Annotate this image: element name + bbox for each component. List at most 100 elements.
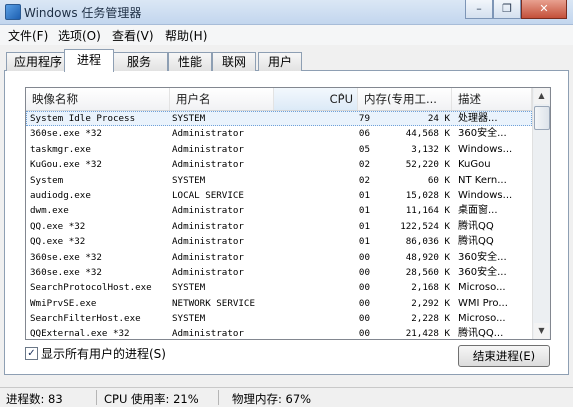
sort-ascending-icon: ^ <box>338 92 345 101</box>
process-name: WmiPrvSE.exe <box>30 297 97 309</box>
process-list[interactable]: 映像名称 用户名 ^ CPU 内存(专用工... 描述 System Idle … <box>25 87 551 340</box>
process-memory: 3,132 K <box>411 143 450 155</box>
process-name: 360se.exe *32 <box>30 251 102 263</box>
table-row[interactable]: 360se.exe *32 Administrator 00 28,560 K 360安… <box>26 265 532 280</box>
process-rows: System Idle Process SYSTEM 79 24 K 处理器... 360… <box>26 111 532 340</box>
physical-memory: 物理内存: 67% <box>232 392 312 406</box>
process-description: Microso... <box>458 313 506 325</box>
table-row[interactable]: QQ.exe *32 Administrator 01 122,524 K 腾讯QQ <box>26 219 532 234</box>
process-memory: 122,524 K <box>400 220 450 232</box>
process-description: NT Kern... <box>458 174 507 186</box>
window-title: Windows 任务管理器 <box>24 6 142 20</box>
process-name: SearchProtocolHost.exe <box>30 282 152 294</box>
table-row[interactable]: QQ.exe *32 Administrator 01 86,036 K 腾讯QQ <box>26 234 532 249</box>
process-description: WMI Pro... <box>458 297 508 309</box>
process-description: Windows... <box>458 189 513 201</box>
process-memory: 44,568 K <box>405 128 450 140</box>
process-name: audiodg.exe <box>30 189 91 201</box>
process-name: QQExternal.exe *32 <box>30 328 130 340</box>
process-memory: 2,168 K <box>411 282 450 294</box>
column-cpu[interactable]: ^ CPU <box>274 88 358 110</box>
process-name: QQ.exe *32 <box>30 220 86 232</box>
process-memory: 15,028 K <box>405 189 450 201</box>
show-all-users-label[interactable]: 显示所有用户的进程(S) <box>41 345 166 362</box>
table-row[interactable]: SearchProtocolHost.exe SYSTEM 00 2,168 K Mic… <box>26 280 532 295</box>
menu-help[interactable]: 帮助(H) <box>165 27 207 44</box>
process-name: System Idle Process <box>30 113 136 124</box>
process-memory: 86,036 K <box>405 236 450 248</box>
process-name: System <box>30 174 64 186</box>
process-description: KuGou <box>458 159 491 171</box>
tab-users[interactable]: 用户 <box>258 52 302 71</box>
process-name: SearchFilterHost.exe <box>30 313 141 325</box>
table-row[interactable]: WmiPrvSE.exe NETWORK SERVICE 00 2,292 K WMI … <box>26 296 532 311</box>
process-memory: 52,220 K <box>405 159 450 171</box>
column-image-name[interactable]: 映像名称 <box>26 88 170 110</box>
cpu-usage: CPU 使用率: 21% <box>104 392 199 406</box>
process-description: 360安全... <box>458 251 507 263</box>
table-row[interactable]: taskmgr.exe Administrator 05 3,132 K Windows… <box>26 142 532 157</box>
table-row[interactable]: 360se.exe *32 Administrator 06 44,568 K 360安… <box>26 126 532 141</box>
process-memory: 28,560 K <box>405 266 450 278</box>
status-bar: 进程数: 83 CPU 使用率: 21% 物理内存: 67% <box>0 387 573 407</box>
tab-networking[interactable]: 联网 <box>212 52 256 71</box>
table-row[interactable]: dwm.exe Administrator 01 11,164 K 桌面窗... <box>26 203 532 218</box>
process-description: Microso... <box>458 282 506 294</box>
process-memory: 21,428 K <box>405 328 450 340</box>
menu-file[interactable]: 文件(F) <box>8 27 48 44</box>
column-description[interactable]: 描述 <box>452 88 532 110</box>
title-bar: Windows 任务管理器 – ❐ ✕ <box>0 0 573 25</box>
column-memory[interactable]: 内存(专用工... <box>358 88 452 110</box>
process-memory: 2,228 K <box>411 313 450 325</box>
status-divider <box>218 390 219 405</box>
vertical-scrollbar[interactable]: ▲ ▼ <box>532 88 550 339</box>
tab-processes[interactable]: 进程 <box>64 49 114 72</box>
process-memory: 60 K <box>427 174 450 186</box>
process-description: Windows... <box>458 143 513 155</box>
table-row[interactable]: System SYSTEM 02 60 K NT Kern... <box>26 173 532 188</box>
menu-bar: 文件(F) 选项(O) 查看(V) 帮助(H) <box>0 25 573 45</box>
menu-options[interactable]: 选项(O) <box>58 27 101 44</box>
window-controls: – ❐ ✕ <box>465 0 567 20</box>
process-name: dwm.exe <box>30 205 69 217</box>
scroll-down-icon[interactable]: ▼ <box>534 323 549 339</box>
end-process-button[interactable]: 结束进程(E) <box>458 345 550 367</box>
process-description: 处理器... <box>458 113 498 124</box>
tab-performance[interactable]: 性能 <box>168 52 212 71</box>
table-row[interactable]: audiodg.exe LOCAL SERVICE 01 15,028 K Window… <box>26 188 532 203</box>
column-user-name[interactable]: 用户名 <box>170 88 274 110</box>
process-name: 360se.exe *32 <box>30 128 102 140</box>
process-table-header: 映像名称 用户名 ^ CPU 内存(专用工... 描述 <box>26 88 532 111</box>
process-name: 360se.exe *32 <box>30 266 102 278</box>
process-description: 腾讯QQ... <box>458 328 504 340</box>
app-icon <box>5 4 21 20</box>
process-memory: 48,920 K <box>405 251 450 263</box>
show-all-users-checkbox[interactable]: ✓ <box>25 347 38 360</box>
process-description: 360安全... <box>458 266 507 278</box>
process-description: 腾讯QQ <box>458 220 494 232</box>
scrollbar-thumb[interactable] <box>534 106 550 130</box>
process-name: taskmgr.exe <box>30 143 91 155</box>
process-memory: 2,292 K <box>411 297 450 309</box>
close-button[interactable]: ✕ <box>521 0 567 19</box>
process-description: 桌面窗... <box>458 205 498 217</box>
process-name: QQ.exe *32 <box>30 236 86 248</box>
table-row[interactable]: KuGou.exe *32 Administrator 02 52,220 K KuGo… <box>26 157 532 172</box>
table-row[interactable]: QQExternal.exe *32 Administrator 00 21,428 … <box>26 326 532 340</box>
process-description: 腾讯QQ <box>458 236 494 248</box>
process-count: 进程数: 83 <box>6 392 63 406</box>
menu-view[interactable]: 查看(V) <box>112 27 154 44</box>
process-memory: 11,164 K <box>405 205 450 217</box>
table-row[interactable]: 360se.exe *32 Administrator 00 48,920 K 360安… <box>26 250 532 265</box>
status-divider <box>96 390 97 405</box>
process-memory: 24 K <box>427 113 450 124</box>
minimize-button[interactable]: – <box>465 0 493 19</box>
restore-button[interactable]: ❐ <box>493 0 521 19</box>
scroll-up-icon[interactable]: ▲ <box>534 88 549 104</box>
tab-applications[interactable]: 应用程序 <box>6 52 70 71</box>
tab-services[interactable]: 服务 <box>110 52 168 71</box>
process-description: 360安全... <box>458 128 507 140</box>
table-row[interactable]: System Idle Process SYSTEM 79 24 K 处理器... <box>26 111 532 127</box>
table-row[interactable]: SearchFilterHost.exe SYSTEM 00 2,228 K Micro… <box>26 311 532 326</box>
process-name: KuGou.exe *32 <box>30 159 102 171</box>
